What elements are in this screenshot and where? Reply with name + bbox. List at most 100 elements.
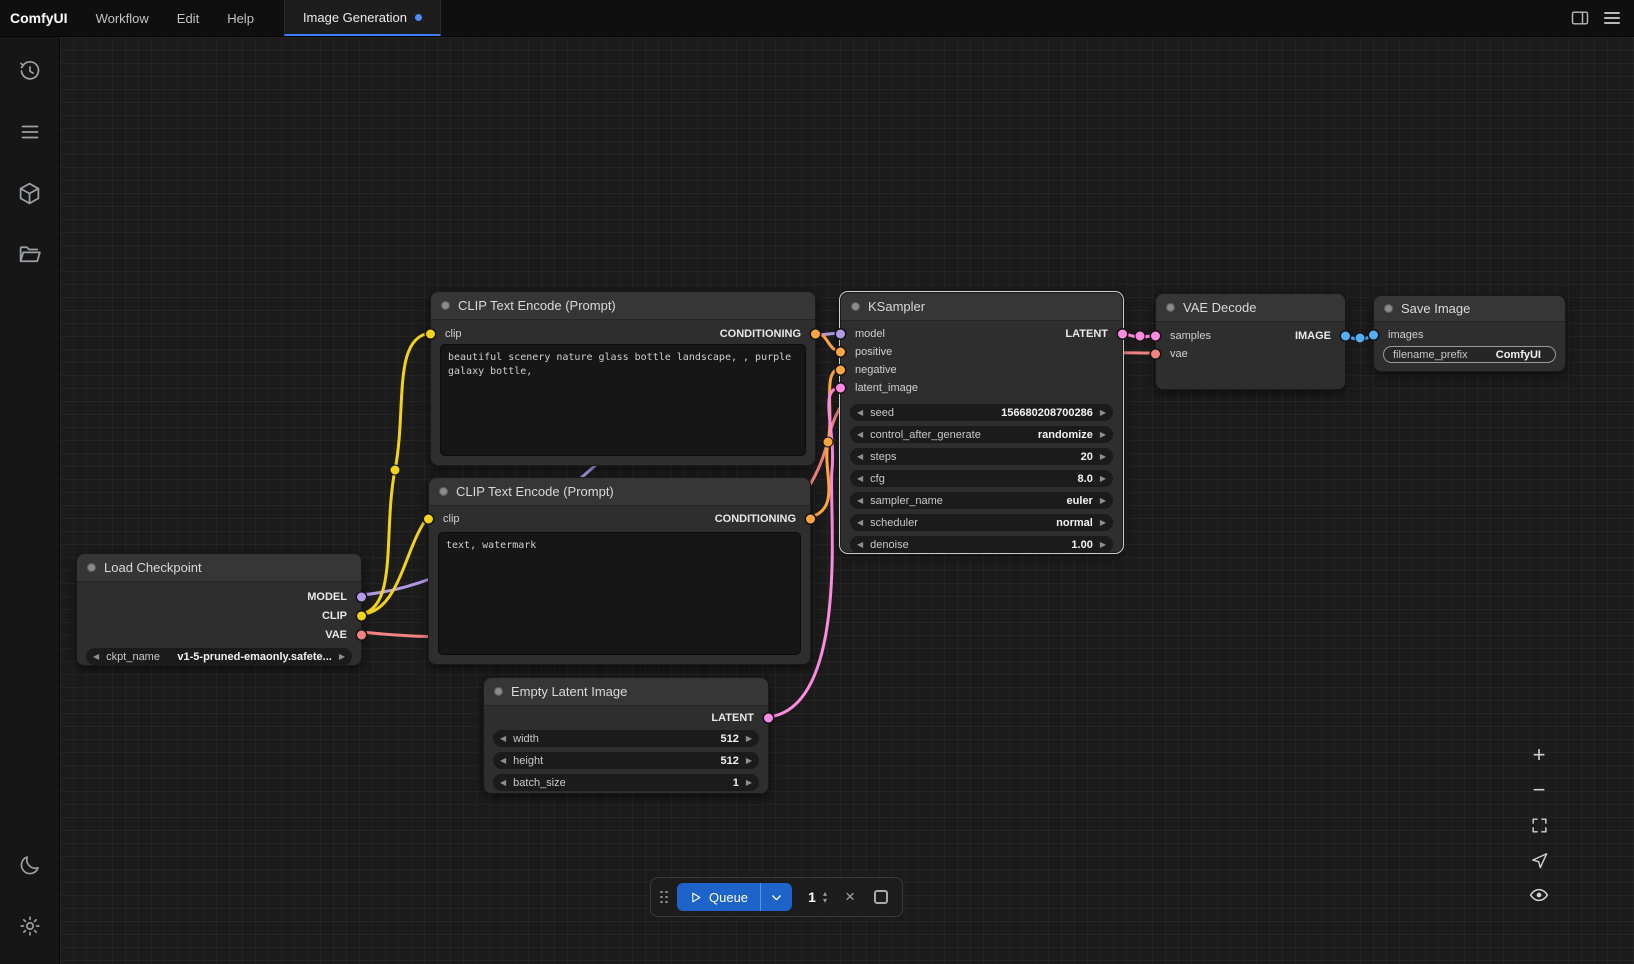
batch-count-stepper[interactable]: 1 ▴ ▾ xyxy=(801,889,831,905)
node-collapse-dot[interactable] xyxy=(1384,304,1393,313)
widget-label: denoise xyxy=(870,539,909,551)
queue-dropdown-chevron-icon[interactable] xyxy=(761,891,792,904)
node-header[interactable]: Empty Latent Image xyxy=(484,678,768,706)
widget-prev-icon[interactable] xyxy=(857,408,863,417)
widget-steps[interactable]: steps 20 xyxy=(850,448,1113,465)
node-load-checkpoint[interactable]: Load Checkpoint MODEL CLIP VAE ckpt_name… xyxy=(76,553,362,666)
menu-edit[interactable]: Edit xyxy=(163,0,213,36)
node-collapse-dot[interactable] xyxy=(851,302,860,311)
input-port-model[interactable] xyxy=(836,330,845,339)
widget-scheduler[interactable]: scheduler normal xyxy=(850,514,1113,531)
sidebar-toggle-icon[interactable] xyxy=(1570,8,1590,28)
widget-prev-icon[interactable] xyxy=(857,474,863,483)
widget-next-icon[interactable] xyxy=(1100,496,1106,505)
output-port-model[interactable] xyxy=(357,592,366,601)
node-collapse-dot[interactable] xyxy=(441,301,450,310)
node-header[interactable]: VAE Decode xyxy=(1156,294,1345,322)
output-port-vae[interactable] xyxy=(357,630,366,639)
node-header[interactable]: CLIP Text Encode (Prompt) xyxy=(431,292,815,320)
widget-prev-icon[interactable] xyxy=(500,734,506,743)
widget-denoise[interactable]: denoise 1.00 xyxy=(850,536,1113,553)
widget-next-icon[interactable] xyxy=(1100,430,1106,439)
node-header[interactable]: Load Checkpoint xyxy=(77,554,361,582)
menu-workflow[interactable]: Workflow xyxy=(82,0,163,36)
input-port-clip[interactable] xyxy=(424,515,433,524)
history-icon[interactable] xyxy=(10,51,50,91)
widget-next-icon[interactable] xyxy=(339,652,345,661)
toggle-visibility-eye-icon[interactable] xyxy=(1526,882,1552,908)
input-port-images[interactable] xyxy=(1369,331,1378,340)
stop-icon[interactable] xyxy=(874,890,888,904)
widget-seed[interactable]: seed 156680208700286 xyxy=(850,404,1113,421)
output-port-conditioning[interactable] xyxy=(806,515,815,524)
workflows-folder-icon[interactable] xyxy=(10,234,50,274)
widget-cfg[interactable]: cfg 8.0 xyxy=(850,470,1113,487)
batch-decrement-icon[interactable]: ▾ xyxy=(823,897,827,904)
zoom-in-icon[interactable]: + xyxy=(1526,742,1552,768)
output-port-latent[interactable] xyxy=(764,714,773,723)
output-port-conditioning[interactable] xyxy=(811,330,820,339)
widget-label: batch_size xyxy=(513,777,566,789)
node-clip-text-encode-positive[interactable]: CLIP Text Encode (Prompt) clip CONDITION… xyxy=(430,291,816,466)
widget-next-icon[interactable] xyxy=(1100,408,1106,417)
node-collapse-dot[interactable] xyxy=(1166,303,1175,312)
input-port-vae[interactable] xyxy=(1151,350,1160,359)
widget-prev-icon[interactable] xyxy=(857,496,863,505)
widget-next-icon[interactable] xyxy=(746,778,752,787)
widget-sampler-name[interactable]: sampler_name euler xyxy=(850,492,1113,509)
queue-button[interactable]: Queue xyxy=(677,883,792,911)
node-collapse-dot[interactable] xyxy=(87,563,96,572)
input-port-samples[interactable] xyxy=(1151,332,1160,341)
widget-next-icon[interactable] xyxy=(746,734,752,743)
input-port-negative[interactable] xyxy=(836,366,845,375)
settings-gear-icon[interactable] xyxy=(10,906,50,946)
output-port-image[interactable] xyxy=(1341,332,1350,341)
node-header[interactable]: CLIP Text Encode (Prompt) xyxy=(429,478,810,506)
widget-prev-icon[interactable] xyxy=(857,452,863,461)
node-library-icon[interactable] xyxy=(10,173,50,213)
queue-list-icon[interactable] xyxy=(10,112,50,152)
drag-handle[interactable] xyxy=(660,891,668,904)
input-port-positive[interactable] xyxy=(836,348,845,357)
widget-prev-icon[interactable] xyxy=(500,756,506,765)
zoom-out-icon[interactable]: − xyxy=(1526,777,1552,803)
theme-moon-icon[interactable] xyxy=(10,845,50,885)
node-clip-text-encode-negative[interactable]: CLIP Text Encode (Prompt) clip CONDITION… xyxy=(428,477,811,665)
node-collapse-dot[interactable] xyxy=(439,487,448,496)
output-port-latent[interactable] xyxy=(1118,330,1127,339)
prompt-textarea[interactable]: text, watermark xyxy=(438,532,801,655)
widget-filename-prefix[interactable]: filename_prefix ComfyUI xyxy=(1383,346,1556,363)
widget-prev-icon[interactable] xyxy=(857,430,863,439)
widget-prev-icon[interactable] xyxy=(93,652,99,661)
node-save-image[interactable]: Save Image images filename_prefix ComfyU… xyxy=(1373,295,1566,372)
menu-hamburger-icon[interactable] xyxy=(1604,12,1620,24)
menu-help[interactable]: Help xyxy=(213,0,268,36)
widget-next-icon[interactable] xyxy=(1100,540,1106,549)
node-vae-decode[interactable]: VAE Decode samples IMAGE vae xyxy=(1155,293,1346,390)
node-collapse-dot[interactable] xyxy=(494,687,503,696)
output-port-clip[interactable] xyxy=(357,611,366,620)
widget-height[interactable]: height 512 xyxy=(493,752,759,769)
widget-batch-size[interactable]: batch_size 1 xyxy=(493,774,759,791)
widget-next-icon[interactable] xyxy=(746,756,752,765)
node-header[interactable]: KSampler xyxy=(841,293,1122,321)
widget-width[interactable]: width 512 xyxy=(493,730,759,747)
widget-next-icon[interactable] xyxy=(1100,518,1106,527)
fit-view-icon[interactable] xyxy=(1526,812,1552,838)
input-port-clip[interactable] xyxy=(426,330,435,339)
node-empty-latent-image[interactable]: Empty Latent Image LATENT width 512 heig… xyxy=(483,677,769,794)
clear-queue-icon[interactable]: × xyxy=(840,887,860,907)
widget-ckpt-name[interactable]: ckpt_name v1-5-pruned-emaonly.safete... xyxy=(86,648,352,665)
node-ksampler[interactable]: KSampler model LATENT positive negative … xyxy=(840,292,1123,553)
widget-control-after-generate[interactable]: control_after_generate randomize xyxy=(850,426,1113,443)
widget-next-icon[interactable] xyxy=(1100,474,1106,483)
prompt-textarea[interactable]: beautiful scenery nature glass bottle la… xyxy=(440,344,806,456)
widget-next-icon[interactable] xyxy=(1100,452,1106,461)
widget-prev-icon[interactable] xyxy=(500,778,506,787)
pointer-select-icon[interactable] xyxy=(1526,847,1552,873)
widget-prev-icon[interactable] xyxy=(857,518,863,527)
widget-prev-icon[interactable] xyxy=(857,540,863,549)
input-port-latent-image[interactable] xyxy=(836,384,845,393)
tab-image-generation[interactable]: Image Generation xyxy=(284,0,441,36)
node-header[interactable]: Save Image xyxy=(1374,296,1565,322)
